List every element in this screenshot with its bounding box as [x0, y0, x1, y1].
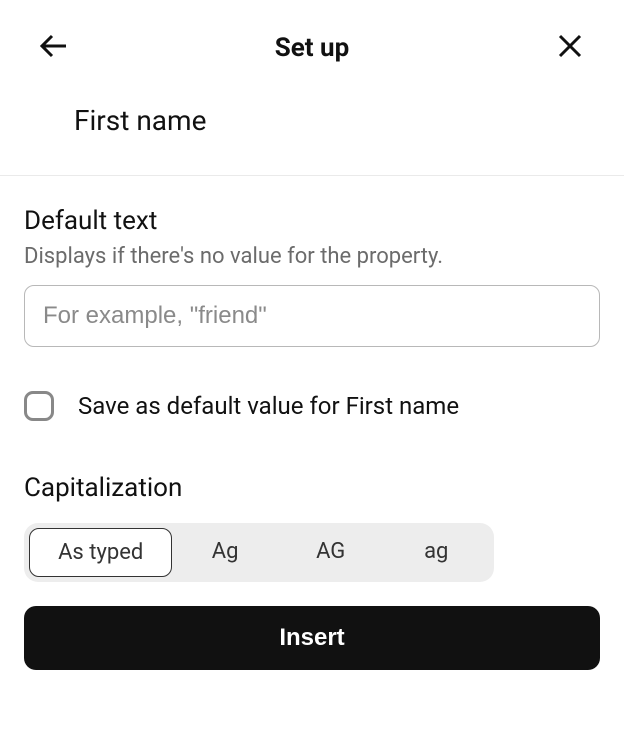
save-default-checkbox[interactable] — [24, 391, 54, 421]
default-text-title: Default text — [24, 206, 600, 236]
close-icon — [556, 32, 584, 64]
segment-as-typed[interactable]: As typed — [29, 528, 172, 577]
default-text-description: Displays if there's no value for the pro… — [24, 244, 600, 269]
default-text-input[interactable] — [24, 285, 600, 347]
header: Set up — [0, 0, 624, 86]
segment-title-case[interactable]: Ag — [172, 528, 278, 577]
page-title: Set up — [275, 33, 350, 63]
capitalization-section: Capitalization As typed Ag AG ag — [0, 421, 624, 582]
property-row: First name — [0, 86, 624, 176]
save-default-label: Save as default value for First name — [78, 392, 459, 420]
capitalization-segmented: As typed Ag AG ag — [24, 523, 494, 582]
back-button[interactable] — [36, 30, 72, 66]
arrow-left-icon — [38, 30, 70, 66]
default-text-section: Default text Displays if there's no valu… — [0, 176, 624, 347]
save-default-row[interactable]: Save as default value for First name — [0, 347, 624, 421]
property-name: First name — [74, 104, 600, 137]
close-button[interactable] — [552, 30, 588, 66]
insert-button[interactable]: Insert — [24, 606, 600, 670]
segment-lower-case[interactable]: ag — [383, 528, 489, 577]
capitalization-title: Capitalization — [24, 473, 600, 503]
segment-upper-case[interactable]: AG — [278, 528, 384, 577]
